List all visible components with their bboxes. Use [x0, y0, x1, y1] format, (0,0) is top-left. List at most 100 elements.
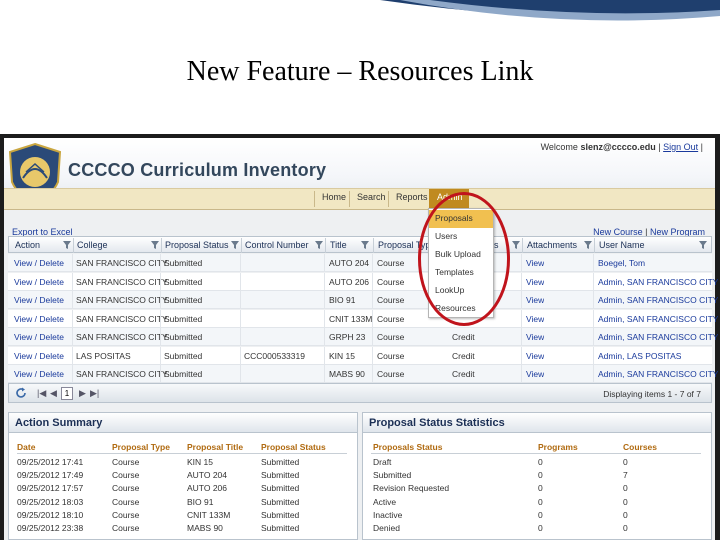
column-divider	[372, 254, 373, 272]
row-user-name-link[interactable]: Admin, SAN FRANCISCO CITY	[598, 314, 718, 324]
summary-status: Submitted	[261, 496, 300, 507]
row-action-link[interactable]: View / Delete	[14, 351, 64, 361]
column-divider	[324, 328, 325, 346]
stats-programs: 0	[538, 483, 543, 494]
stats-programs: 0	[538, 457, 543, 467]
row-attachments-link[interactable]: View	[526, 351, 544, 361]
col-header-user-name[interactable]: User Name	[599, 240, 645, 250]
row-user-name-link[interactable]: Admin, SAN FRANCISCO CITY	[598, 295, 718, 305]
column-divider	[372, 291, 373, 309]
filter-icon[interactable]	[231, 241, 239, 249]
row-credit: Credit	[452, 350, 475, 361]
summary-title: BIO 91	[187, 496, 214, 507]
row-proposal-type: Course	[377, 350, 405, 361]
table-row: View / Delete SAN FRANCISCO CITY Submitted…	[8, 254, 712, 272]
row-user-name-link[interactable]: Admin, SAN FRANCISCO CITY	[598, 277, 718, 287]
displaying-items-text: Displaying items 1 - 7 of 7	[603, 389, 701, 399]
row-action-link[interactable]: View / Delete	[14, 295, 64, 305]
row-attachments-link[interactable]: View	[526, 369, 544, 379]
welcome-text: Welcome slenz@cccco.edu | Sign Out |	[540, 142, 703, 152]
app-header: CCCCO Curriculum Inventory Welcome slenz…	[4, 138, 715, 210]
row-action-link[interactable]: View / Delete	[14, 314, 64, 324]
filter-icon[interactable]	[584, 241, 592, 249]
filter-icon[interactable]	[63, 241, 71, 249]
row-user-name-link[interactable]: Admin, SAN FRANCISCO CITY	[598, 369, 718, 379]
prev-page-button[interactable]: ◀	[50, 388, 57, 399]
row-user-name-link[interactable]: Admin, LAS POSITAS	[598, 351, 681, 361]
next-page-button[interactable]: ▶	[79, 388, 86, 399]
nav-search[interactable]: Search	[357, 192, 386, 202]
row-action-link[interactable]: View / Delete	[14, 258, 64, 268]
row-attachments-link[interactable]: View	[526, 314, 544, 324]
col-header-control-number[interactable]: Control Number	[245, 240, 309, 250]
col-header-action[interactable]: Action	[15, 240, 40, 250]
filter-icon[interactable]	[151, 241, 159, 249]
col-header-proposal-status[interactable]: Proposal Status	[165, 240, 229, 250]
column-divider	[521, 309, 522, 328]
filter-icon[interactable]	[315, 241, 323, 249]
stats-col-status: Proposals Status	[373, 442, 443, 452]
stats-courses: 0	[623, 523, 628, 533]
column-divider	[593, 254, 594, 272]
column-divider	[593, 328, 594, 346]
row-action-link[interactable]: View / Delete	[14, 369, 64, 379]
table-row: View / Delete SAN FRANCISCO CITY Submitted…	[8, 291, 718, 309]
row-attachments-link[interactable]: View	[526, 332, 544, 342]
current-page-number[interactable]: 1	[61, 387, 73, 400]
column-divider	[240, 365, 241, 383]
column-divider	[72, 328, 73, 346]
row-action-link[interactable]: View / Delete	[14, 277, 64, 287]
row-user-name-link[interactable]: Admin, SAN FRANCISCO CITY	[598, 332, 718, 342]
summary-type: Course	[112, 509, 140, 520]
row-status: Submitted	[164, 369, 203, 379]
nav-reports[interactable]: Reports	[396, 192, 428, 202]
first-page-button[interactable]: |◀	[37, 388, 46, 399]
column-divider	[240, 272, 241, 291]
row-attachments-link[interactable]: View	[526, 295, 544, 305]
summary-type: Course	[112, 523, 140, 533]
column-divider	[72, 309, 73, 328]
col-header-title[interactable]: Title	[330, 240, 347, 250]
status-statistics-header: Proposal Status Statistics	[363, 413, 711, 433]
summary-date: 09/25/2012 17:57	[17, 483, 84, 494]
row-user-name-link[interactable]: Boegel, Tom	[598, 258, 645, 268]
row-status: Submitted	[164, 276, 203, 287]
column-divider	[593, 346, 594, 365]
column-divider	[240, 346, 241, 365]
stats-programs: 0	[538, 496, 543, 507]
last-page-button[interactable]: ▶|	[90, 388, 99, 399]
row-title: MABS 90	[329, 369, 365, 379]
stats-status: Revision Requested	[373, 483, 450, 494]
stats-header-rule	[371, 453, 701, 454]
column-divider	[372, 309, 373, 328]
row-proposal-type: Course	[377, 369, 405, 379]
stats-status: Draft	[373, 457, 392, 467]
row-attachments-link[interactable]: View	[526, 258, 544, 268]
filter-icon[interactable]	[361, 241, 369, 249]
summary-col-proposal-type: Proposal Type	[112, 442, 170, 452]
refresh-icon[interactable]	[15, 387, 27, 399]
row-proposal-type: Course	[377, 332, 405, 342]
summary-date: 09/25/2012 18:10	[17, 509, 84, 520]
column-divider	[72, 272, 73, 291]
column-divider	[521, 346, 522, 365]
column-divider	[324, 365, 325, 383]
filter-icon[interactable]	[512, 241, 520, 249]
app-window: CCCCO Curriculum Inventory Welcome slenz…	[4, 138, 718, 540]
column-divider	[593, 272, 594, 291]
column-divider	[160, 272, 161, 291]
row-attachments-link[interactable]: View	[526, 277, 544, 287]
nav-home[interactable]: Home	[322, 192, 346, 202]
stats-status: Denied	[373, 523, 400, 533]
row-proposal-type: Course	[377, 258, 405, 268]
column-divider	[240, 291, 241, 309]
filter-icon[interactable]	[699, 241, 707, 249]
stats-courses: 7	[623, 470, 628, 481]
row-college: SAN FRANCISCO CITY	[76, 369, 168, 379]
sign-out-link[interactable]: Sign Out	[663, 142, 698, 152]
row-college: SAN FRANCISCO CITY	[76, 313, 168, 324]
col-header-attachments[interactable]: Attachments	[527, 240, 577, 250]
col-header-college[interactable]: College	[77, 240, 108, 250]
summary-col-proposal-title: Proposal Title	[187, 442, 244, 452]
row-action-link[interactable]: View / Delete	[14, 332, 64, 342]
